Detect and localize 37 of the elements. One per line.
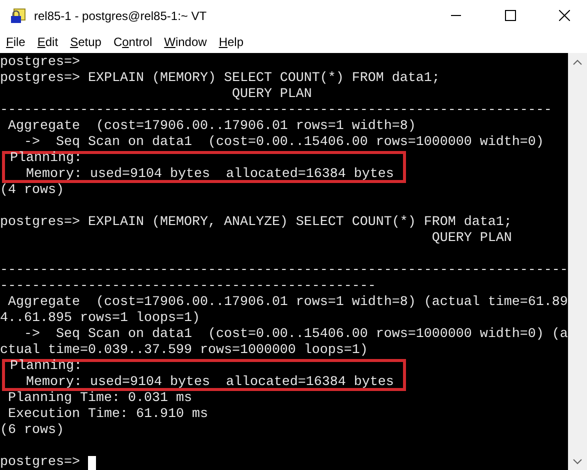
terminal-line: Execution Time: 61.910 ms xyxy=(6,407,208,423)
close-icon xyxy=(558,10,570,21)
terminal-line: Aggregate (cost=17906.00..17906.01 rows=1 width=8) xyxy=(6,119,416,135)
terminal-line: Memory: used=9104 bytes allocated=16384 bytes xyxy=(24,167,394,183)
terminal-line: -> Seq Scan on data1 (cost=0.00..15406.00 rows=1000000 width=0) (a xyxy=(22,327,568,343)
menu-item[interactable]: Help xyxy=(212,33,250,51)
terminal-line: Aggregate (cost=17906.00..17906.01 rows=1 width=8) (actual time=61.89 xyxy=(6,295,568,311)
terminal-line: QUERY PLAN xyxy=(430,231,512,247)
terminal-line: (4 rows) xyxy=(0,183,64,199)
maximize-icon xyxy=(504,10,516,21)
menu-item[interactable]: Setup xyxy=(64,33,108,51)
terminal-line: postgres=> EXPLAIN (MEMORY, ANALYZE) SELECT COUNT(*) FROM data1; xyxy=(0,215,512,231)
terminal-line: Planning: xyxy=(8,151,82,167)
scrollbar[interactable] xyxy=(568,53,587,470)
chevron-down-icon xyxy=(573,458,582,464)
terminal-line: ----------------------------------------------------------------------- xyxy=(0,263,568,279)
terminal-line: postgres=> xyxy=(0,55,80,71)
terminal-line: Planning Time: 0.031 ms xyxy=(6,391,192,407)
terminal-line: 4..61.895 rows=1 loops=1) xyxy=(0,311,200,327)
terminal-line: Planning: xyxy=(8,359,82,375)
terminal-line: Memory: used=9104 bytes allocated=16384 bytes xyxy=(24,375,394,391)
menu-item[interactable]: Window xyxy=(158,33,213,51)
terminal-line: QUERY PLAN xyxy=(230,87,312,103)
terminal-line: ctual time=0.039..37.599 rows=1000000 loops=1) xyxy=(0,343,368,359)
chevron-up-icon xyxy=(573,58,582,64)
terminal-app-icon xyxy=(10,8,26,24)
shell-prompt: postgres=> xyxy=(0,455,81,470)
menu-item[interactable]: File xyxy=(0,33,32,51)
terminal-line: --------------------------------------------------------------------- xyxy=(0,103,552,119)
terminal-line: ----------------------------------------------- xyxy=(0,279,376,295)
terminal-line: (6 rows) xyxy=(0,423,64,439)
menu-item[interactable]: Control xyxy=(107,33,158,51)
terminal-line: -> Seq Scan on data1 (cost=0.00..15406.00 rows=1000000 width=0) xyxy=(22,135,544,151)
menu-item[interactable]: Edit xyxy=(31,33,64,51)
terminal-line: postgres=> EXPLAIN (MEMORY) SELECT COUNT(*) FROM data1; xyxy=(0,71,440,87)
text-cursor xyxy=(88,456,96,470)
window-title: rel85-1 - postgres@rel85-1:~ VT xyxy=(34,8,208,22)
